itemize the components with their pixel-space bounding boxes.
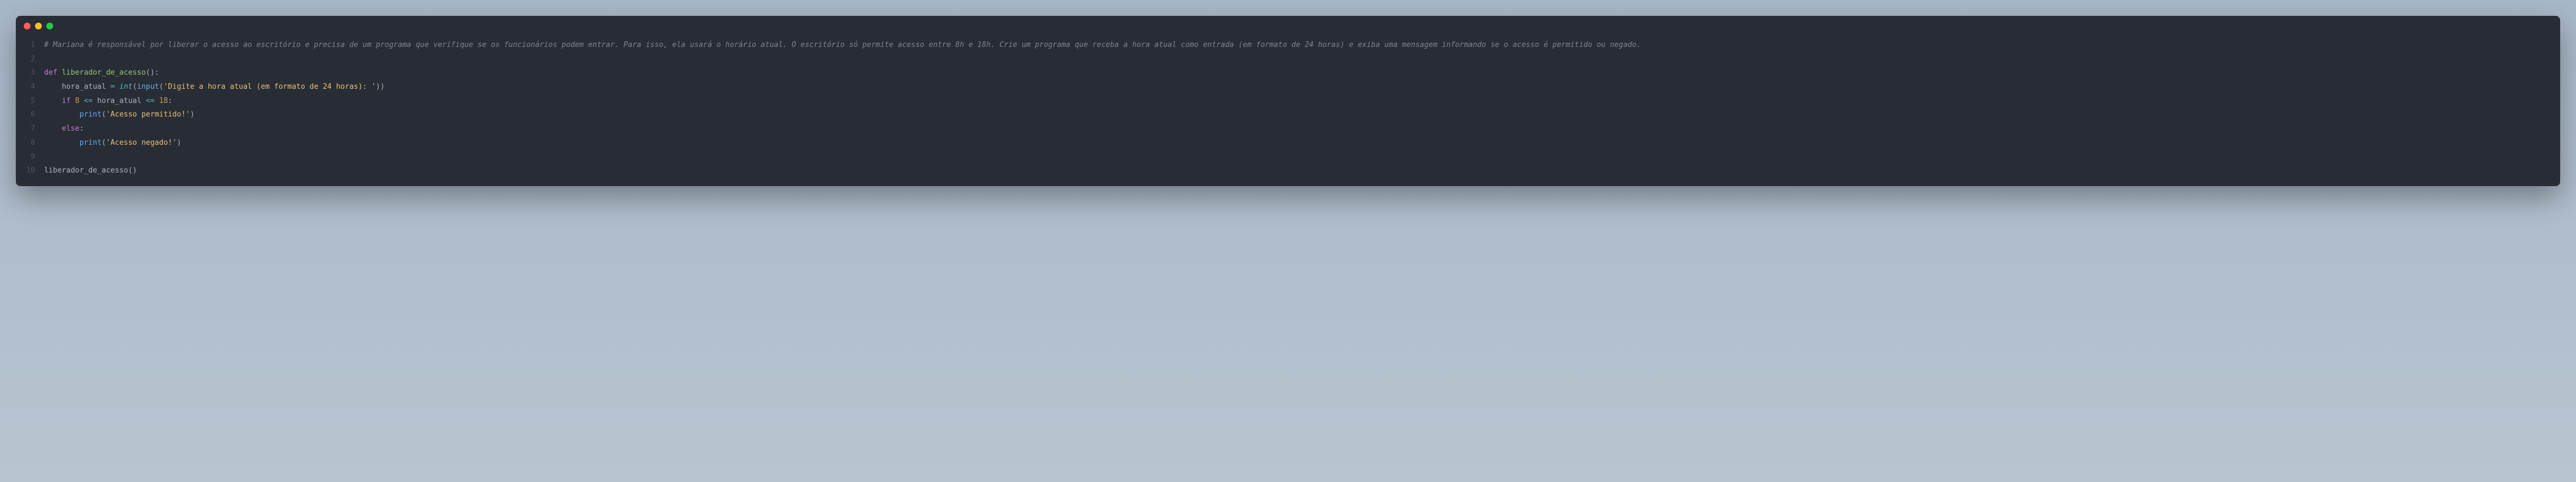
code-line: 6 print('Acesso permitido!') bbox=[16, 108, 2560, 122]
token-builtin: int bbox=[119, 83, 132, 91]
token-punct: )) bbox=[376, 83, 385, 91]
token-op: <= bbox=[146, 97, 155, 105]
code-content: hora_atual = int(input('Digite a hora at… bbox=[44, 80, 2560, 94]
line-number: 9 bbox=[16, 150, 44, 165]
code-content: else: bbox=[44, 122, 2560, 136]
close-icon[interactable] bbox=[24, 23, 31, 29]
code-line: 9 bbox=[16, 150, 2560, 165]
code-line: 10liberador_de_acesso() bbox=[16, 164, 2560, 178]
line-number: 3 bbox=[16, 66, 44, 80]
code-line: 8 print('Acesso negado!') bbox=[16, 136, 2560, 150]
code-line: 5 if 8 <= hora_atual <= 18: bbox=[16, 94, 2560, 109]
code-line: 1# Mariana é responsável por liberar o a… bbox=[16, 38, 2560, 53]
code-line: 4 hora_atual = int(input('Digite a hora … bbox=[16, 80, 2560, 94]
token-comment: # Mariana é responsável por liberar o ac… bbox=[44, 41, 1641, 49]
token-punct: ) bbox=[190, 110, 194, 119]
code-content: if 8 <= hora_atual <= 18: bbox=[44, 94, 2560, 109]
code-content: def liberador_de_acesso(): bbox=[44, 66, 2560, 80]
code-line: 3def liberador_de_acesso(): bbox=[16, 66, 2560, 80]
code-content: # Mariana é responsável por liberar o ac… bbox=[44, 38, 2560, 53]
minimize-icon[interactable] bbox=[35, 23, 42, 29]
code-line: 7 else: bbox=[16, 122, 2560, 136]
token-punct: ) bbox=[177, 139, 181, 147]
token-number: 8 bbox=[75, 97, 80, 105]
token-def: input bbox=[137, 83, 159, 91]
token-def: print bbox=[80, 139, 102, 147]
token-string: 'Digite a hora atual (em formato de 24 h… bbox=[163, 83, 376, 91]
line-number: 4 bbox=[16, 80, 44, 94]
token-plain: liberador_de_acesso() bbox=[44, 166, 137, 175]
token-keyword: else bbox=[62, 124, 79, 133]
line-number: 5 bbox=[16, 94, 44, 109]
token-plain bbox=[71, 97, 75, 105]
token-plain bbox=[155, 97, 159, 105]
token-plain bbox=[44, 83, 62, 91]
line-number: 7 bbox=[16, 122, 44, 136]
code-editor[interactable]: 1# Mariana é responsável por liberar o a… bbox=[16, 36, 2560, 186]
token-punct: ( bbox=[102, 110, 106, 119]
token-punct: : bbox=[80, 124, 84, 133]
token-punct: : bbox=[168, 97, 172, 105]
line-number: 2 bbox=[16, 53, 44, 67]
token-plain bbox=[44, 97, 62, 105]
token-def: print bbox=[80, 110, 102, 119]
token-funcname: liberador_de_acesso bbox=[62, 68, 146, 77]
token-plain bbox=[115, 83, 119, 91]
token-punct: (): bbox=[146, 68, 159, 77]
line-number: 10 bbox=[16, 164, 44, 178]
maximize-icon[interactable] bbox=[46, 23, 53, 29]
token-plain bbox=[44, 110, 80, 119]
token-op: <= bbox=[84, 97, 93, 105]
line-number: 8 bbox=[16, 136, 44, 150]
code-content: print('Acesso permitido!') bbox=[44, 108, 2560, 122]
code-content: liberador_de_acesso() bbox=[44, 164, 2560, 178]
line-number: 1 bbox=[16, 38, 44, 53]
code-window: 1# Mariana é responsável por liberar o a… bbox=[16, 16, 2560, 186]
token-string: 'Acesso negado!' bbox=[106, 139, 177, 147]
token-number: 18 bbox=[159, 97, 168, 105]
token-keyword: if bbox=[62, 97, 71, 105]
window-titlebar bbox=[16, 16, 2560, 36]
code-line: 2 bbox=[16, 53, 2560, 67]
token-plain bbox=[44, 124, 62, 133]
token-string: 'Acesso permitido!' bbox=[106, 110, 190, 119]
line-number: 6 bbox=[16, 108, 44, 122]
token-keyword: def bbox=[44, 68, 62, 77]
token-plain bbox=[44, 139, 80, 147]
code-content: print('Acesso negado!') bbox=[44, 136, 2560, 150]
token-punct: ( bbox=[102, 139, 106, 147]
token-plain: hora_atual bbox=[62, 83, 110, 91]
token-plain: hora_atual bbox=[93, 97, 146, 105]
